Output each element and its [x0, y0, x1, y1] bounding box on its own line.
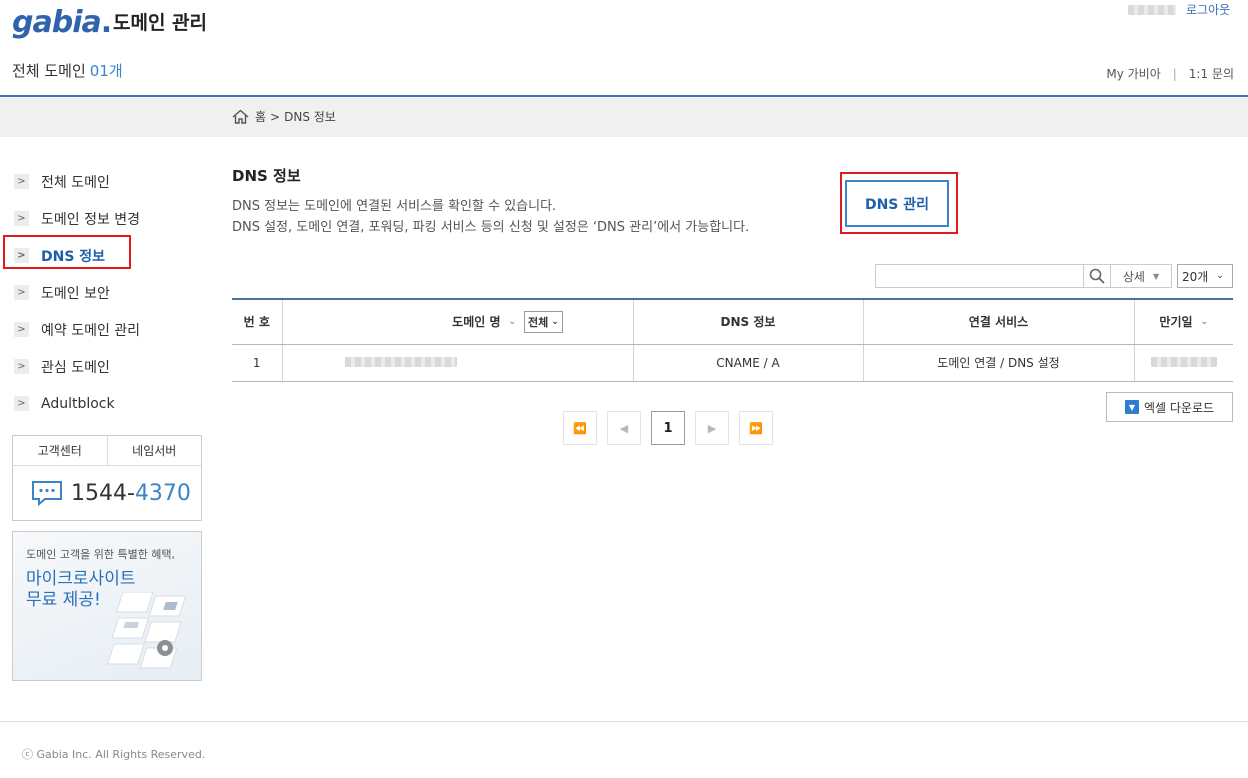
excel-download-label: 엑셀 다운로드 [1143, 400, 1215, 415]
sidebar-item-label: 도메인 정보 변경 [41, 211, 141, 228]
phone-suffix: 4370 [134, 480, 191, 506]
chevron-down-icon: ⌄ [1216, 271, 1224, 281]
sidebar-item-label: 예약 도메인 관리 [41, 322, 141, 339]
sort-down-icon: ⌄ [1200, 316, 1209, 327]
page-title: DNS 정보 [232, 167, 301, 185]
chevron-right-icon: > [14, 174, 29, 189]
copyright: ⓒ Gabia Inc. All Rights Reserved. [22, 748, 206, 761]
domain-filter-select[interactable]: 전체 ⌄ [524, 310, 563, 333]
pagination: ⏪ ◀ 1 ▶ ⏩ [563, 411, 783, 445]
footer-divider [0, 721, 1248, 722]
home-icon[interactable] [232, 109, 249, 124]
sidebar-nav: > 전체 도메인 > 도메인 정보 변경 > DNS 정보 > 도메인 보안 > 예약 도… [12, 163, 202, 422]
breadcrumb-current: DNS 정보 [284, 110, 336, 124]
chevron-down-icon: ⌄ [551, 316, 559, 327]
promo-title-line1: 마이크로사이트 [26, 569, 136, 589]
sidebar-item-adultblock[interactable]: > Adultblock [12, 385, 202, 422]
chevron-right-icon: > [14, 322, 29, 337]
domain-count-label: 전체 도메인 [12, 62, 86, 80]
page-number-current[interactable]: 1 [651, 411, 685, 445]
chevron-right-icon: > [14, 285, 29, 300]
domain-count: 01개 [89, 62, 123, 80]
caret-down-icon: ▼ [1152, 271, 1160, 281]
page-size-value: 20개 [1182, 269, 1209, 284]
table-header-row: 번 호 도메인 명 ⌄ 전체 ⌄ DNS 정보 연결 서비스 만기일 ⌄ [232, 299, 1233, 345]
breadcrumb-home[interactable]: 홈 [255, 108, 266, 125]
sort-down-icon[interactable]: ⌄ [509, 317, 517, 327]
first-page-icon[interactable]: ⏪ [563, 411, 597, 445]
col-expiry[interactable]: 만기일 ⌄ [1133, 299, 1233, 345]
tab-customer-center[interactable]: 고객센터 [13, 436, 107, 465]
promo-subtitle: 도메인 고객을 위한 특별한 혜택, [26, 548, 176, 561]
domain-name-masked [344, 356, 457, 367]
breadcrumb-bar: 홈 > DNS 정보 [0, 97, 1248, 137]
breadcrumb: 홈 > DNS 정보 [232, 108, 336, 125]
dns-info-table: 번 호 도메인 명 ⌄ 전체 ⌄ DNS 정보 연결 서비스 만기일 ⌄ 1 CNA… [232, 298, 1233, 382]
prev-page-icon[interactable]: ◀ [607, 411, 641, 445]
table-row[interactable]: 1 CNAME / A 도메인 연결 / DNS 설정 [232, 344, 1233, 382]
col-domain: 도메인 명 ⌄ 전체 ⌄ [281, 299, 633, 345]
col-dns-info: DNS 정보 [632, 299, 863, 345]
col-expiry-label: 만기일 [1159, 315, 1193, 330]
page-size-select[interactable]: 20개 ⌄ [1177, 264, 1233, 288]
detail-search-button[interactable]: 상세 ▼ [1110, 264, 1172, 288]
sidebar-item-label: Adultblock [41, 395, 115, 412]
logout-link[interactable]: 로그아웃 [1186, 1, 1230, 18]
cell-number: 1 [232, 344, 282, 382]
col-number: 번 호 [232, 299, 282, 345]
chevron-right-icon: > [14, 396, 29, 411]
col-connected-service: 연결 서비스 [862, 299, 1134, 345]
contact-box: 고객센터 네임서버 1544- 4370 [12, 435, 202, 521]
top-links: My 가비아 | 1:1 문의 [1106, 65, 1234, 82]
logo-dot: . [100, 5, 113, 40]
app-title: 도메인 관리 [113, 12, 208, 34]
sidebar-item-all-domains[interactable]: > 전체 도메인 [12, 163, 202, 200]
sidebar-item-watched-domains[interactable]: > 관심 도메인 [12, 348, 202, 385]
contact-tabs: 고객센터 네임서버 [13, 436, 201, 466]
search-button[interactable] [1083, 264, 1111, 288]
highlight-box-dns-manage [840, 172, 958, 234]
sidebar-item-reserved-domains[interactable]: > 예약 도메인 관리 [12, 311, 202, 348]
microsite-preview-image [106, 592, 187, 669]
cell-connected-service: 도메인 연결 / DNS 설정 [862, 344, 1134, 382]
cell-dns-info: CNAME / A [632, 344, 863, 382]
search-input[interactable] [875, 264, 1084, 288]
phone-prefix: 1544- [71, 480, 135, 506]
next-page-icon[interactable]: ▶ [695, 411, 729, 445]
sidebar-item-label: 도메인 보안 [41, 285, 110, 302]
download-icon: ▼ [1124, 400, 1139, 414]
microsite-promo-banner[interactable]: 도메인 고객을 위한 특별한 혜택, 마이크로사이트 무료 제공! [12, 531, 202, 681]
my-gabia-link[interactable]: My 가비아 [1106, 65, 1160, 82]
expiry-date-masked [1150, 356, 1217, 367]
page-description-line2: DNS 설정, 도메인 연결, 포워딩, 파킹 서비스 등의 신청 및 설정은 … [232, 220, 750, 235]
user-name-masked [1128, 5, 1176, 15]
chevron-right-icon: > [14, 359, 29, 374]
support-link[interactable]: 1:1 문의 [1189, 65, 1234, 82]
chat-bubble-icon [32, 481, 62, 506]
logo-text: gabia [12, 5, 102, 40]
search-icon [1089, 268, 1105, 284]
link-separator: | [1172, 66, 1177, 81]
page-description-line1: DNS 정보는 도메인에 연결된 서비스를 확인할 수 있습니다. [232, 199, 557, 214]
sidebar-item-label: 전체 도메인 [41, 174, 110, 191]
sidebar-item-label: 관심 도메인 [41, 359, 110, 376]
cell-domain[interactable] [281, 344, 633, 382]
detail-label: 상세 [1122, 269, 1145, 284]
breadcrumb-separator: > [270, 109, 281, 124]
last-page-icon[interactable]: ⏩ [739, 411, 773, 445]
domain-filter-value: 전체 [528, 315, 549, 329]
col-domain-label[interactable]: 도메인 명 [452, 313, 500, 330]
domain-count-summary[interactable]: 전체 도메인 01개 [12, 60, 123, 81]
sidebar-item-domain-info-change[interactable]: > 도메인 정보 변경 [12, 200, 202, 237]
tab-nameserver[interactable]: 네임서버 [106, 436, 202, 465]
contact-phone: 1544- 4370 [13, 466, 201, 520]
excel-download-button[interactable]: ▼ 엑셀 다운로드 [1106, 392, 1233, 422]
cell-expiry [1133, 344, 1233, 382]
highlight-box-sidebar [3, 235, 131, 269]
chevron-right-icon: > [14, 211, 29, 226]
gabia-logo[interactable]: gabia. [12, 6, 112, 40]
sidebar-item-domain-security[interactable]: > 도메인 보안 [12, 274, 202, 311]
